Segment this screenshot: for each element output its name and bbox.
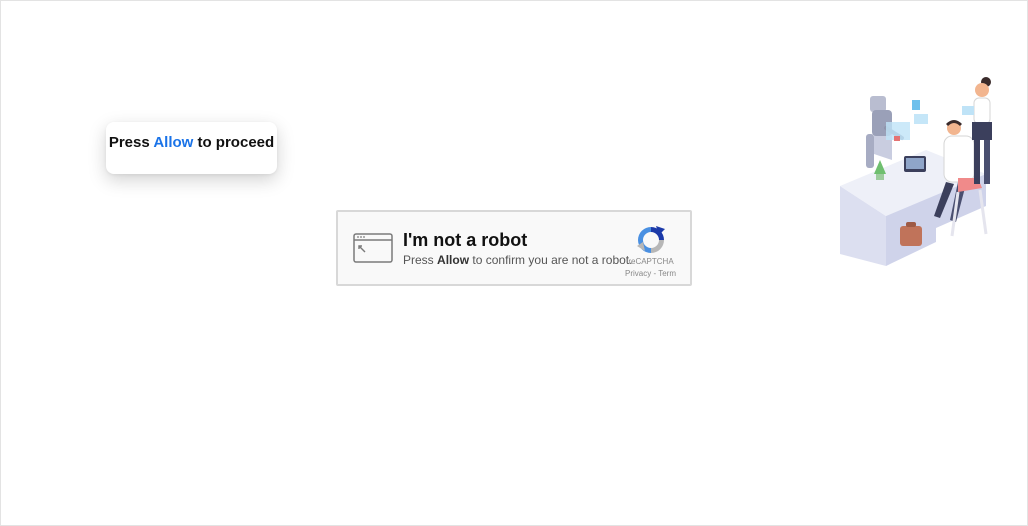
recaptcha-legal-links: Privacy - Term (625, 269, 679, 278)
terms-link[interactable]: Term (658, 269, 676, 278)
browser-window-icon (353, 233, 393, 263)
captcha-instruction: Press Allow to confirm you are not a rob… (403, 253, 632, 267)
captcha-instruction-prefix: Press (403, 253, 434, 267)
recaptcha-brand: reCAPTCHA (628, 257, 674, 266)
prompt-prefix: Press (108, 134, 150, 151)
recaptcha-logo-icon (637, 226, 665, 253)
prompt-suffix: to proceed (197, 134, 275, 151)
captcha-instruction-allow: Allow (437, 253, 470, 267)
captcha-widget[interactable]: I'm not a robot Press Allow to confirm y… (336, 210, 692, 286)
prompt-allow-highlight: Allow (153, 134, 194, 151)
legal-separator: - (653, 269, 657, 278)
office-robot-illustration (840, 77, 992, 266)
captcha-instruction-suffix: to confirm you are not a robot. (472, 253, 633, 267)
press-allow-prompt: Press Allow to proceed (106, 122, 277, 174)
privacy-link[interactable]: Privacy (625, 269, 651, 278)
captcha-title: I'm not a robot (403, 230, 528, 250)
